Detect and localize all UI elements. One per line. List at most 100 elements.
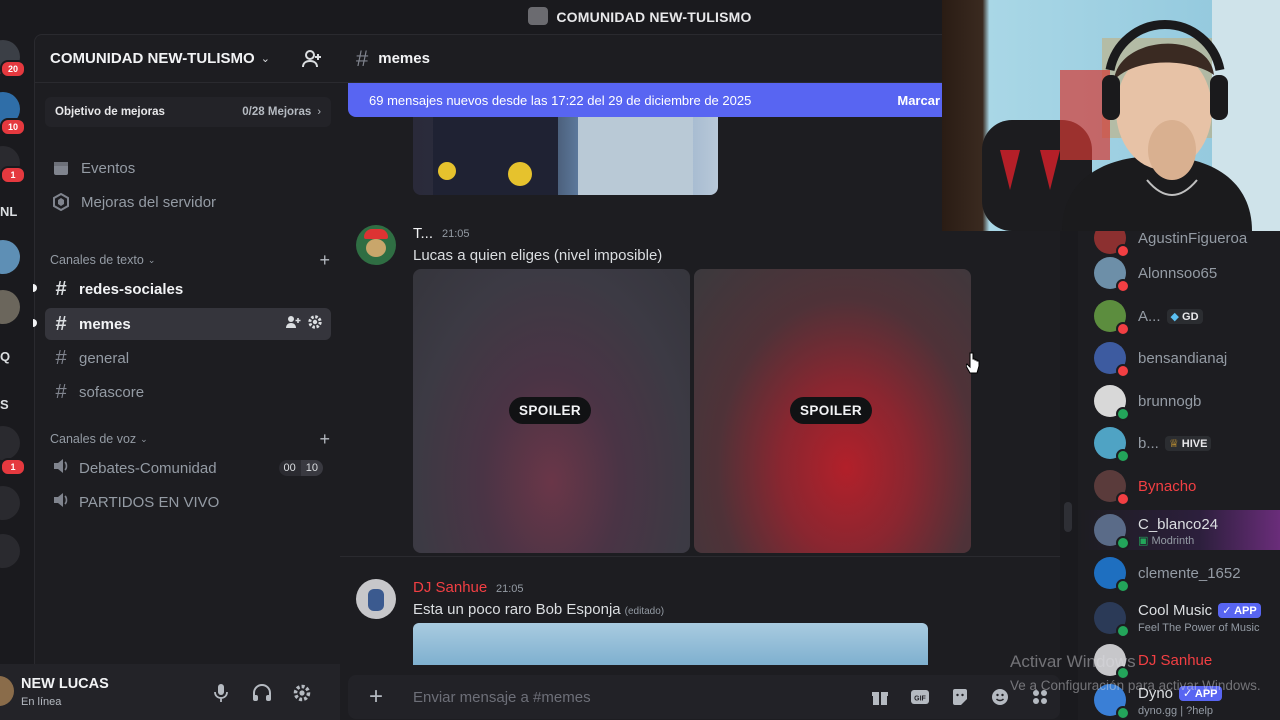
member-item[interactable]: C_blanco24 ▣ Modrinth: [1078, 510, 1280, 550]
server-icon[interactable]: [0, 534, 20, 568]
status-dnd-icon: [1116, 364, 1130, 378]
server-initials[interactable]: NL: [0, 204, 17, 219]
channel-label: memes: [79, 315, 131, 333]
member-item[interactable]: Bynacho: [1078, 466, 1280, 506]
member-item[interactable]: Alonnsoo65: [1078, 253, 1280, 293]
santa-hat: [364, 229, 388, 239]
status-online-icon: [1116, 449, 1130, 463]
channel-label: general: [79, 349, 130, 367]
server-rail: 20 10 1 NL Q S 1: [0, 34, 30, 720]
unread-indicator: [33, 319, 37, 327]
new-messages-bar[interactable]: 69 mensajes nuevos desde las 17:22 del 2…: [348, 83, 968, 117]
server-icon[interactable]: [0, 486, 20, 520]
message-text: Esta un poco raro Bob Esponja (editado): [413, 601, 664, 618]
server-boosts-label: Mejoras del servidor: [81, 193, 217, 211]
member-item[interactable]: Cool Music ✓ APP Feel The Power of Music: [1078, 598, 1280, 638]
message-author[interactable]: T...: [413, 225, 433, 242]
message-author[interactable]: DJ Sanhue: [413, 579, 487, 596]
gear-icon[interactable]: [307, 314, 323, 334]
voice-count-current: 00: [278, 460, 301, 476]
chevron-down-icon: ⌄: [147, 254, 156, 265]
invite-people-icon[interactable]: [301, 48, 323, 70]
message-image[interactable]: [413, 623, 928, 665]
image-detail: [508, 162, 532, 186]
spoiler-image[interactable]: SPOILER: [694, 269, 971, 553]
channel-title: memes: [378, 50, 430, 67]
voice-channel-partidos[interactable]: PARTIDOS EN VIVO: [45, 486, 331, 518]
message-timestamp: 21:05: [496, 583, 524, 595]
window-title: COMUNIDAD NEW-TULISMO: [556, 9, 752, 25]
speaker-icon: [51, 457, 71, 480]
server-icon[interactable]: [0, 290, 20, 324]
mouse-cursor-icon: [965, 352, 980, 381]
unread-indicator: [33, 284, 37, 292]
invite-icon[interactable]: [285, 314, 301, 334]
add-channel-icon[interactable]: +: [319, 429, 330, 450]
member-item[interactable]: bensandianaj: [1078, 338, 1280, 378]
section-label: Canales de texto: [50, 253, 144, 267]
chat-scrollbar[interactable]: [1064, 502, 1072, 532]
microphone-icon[interactable]: [210, 682, 232, 704]
events-label: Eventos: [81, 159, 136, 177]
message-image[interactable]: [413, 117, 718, 195]
voice-channel-debates[interactable]: Debates-Comunidad 00 10: [45, 452, 331, 484]
server-icon[interactable]: [0, 240, 20, 274]
member-name: Bynacho: [1138, 478, 1197, 495]
settings-gear-icon[interactable]: [291, 682, 313, 704]
member-name: brunnogb: [1138, 393, 1202, 410]
voice-channels-header[interactable]: Canales de voz ⌄ +: [50, 429, 330, 449]
edited-label: (editado): [624, 606, 665, 617]
avatar[interactable]: [0, 676, 14, 706]
member-name: Cool Music ✓ APP: [1138, 602, 1261, 619]
status-mobile-icon: [1116, 579, 1130, 593]
svg-text:GIF: GIF: [914, 696, 926, 703]
server-boosts-link[interactable]: Mejoras del servidor: [45, 186, 331, 218]
status-dnd-icon: [1116, 279, 1130, 293]
section-label: Canales de voz: [50, 432, 137, 446]
hash-icon: #: [55, 346, 67, 369]
server-icon[interactable]: [0, 426, 20, 460]
message-input[interactable]: Enviar mensaje a #memes: [413, 689, 591, 706]
member-list: AgustinFigueroa Alonnsoo65 A... ◆ GD bens…: [1078, 222, 1280, 720]
calendar-icon: [51, 158, 71, 178]
member-activity: Feel The Power of Music: [1138, 622, 1260, 634]
attach-plus-icon[interactable]: +: [356, 683, 396, 711]
boost-count: 0/28 Mejoras: [242, 106, 312, 118]
chevron-right-icon: ›: [317, 106, 321, 118]
avatar-figure: [368, 589, 384, 611]
member-activity-text: Modrinth: [1151, 535, 1195, 547]
guild-tag-text: GD: [1182, 311, 1199, 323]
member-item[interactable]: clemente_1652: [1078, 553, 1280, 593]
member-item[interactable]: b... ♕ HIVE: [1078, 423, 1280, 463]
hash-icon: #: [55, 277, 67, 300]
spoiler-label: SPOILER: [509, 397, 592, 424]
member-item[interactable]: A... ◆ GD: [1078, 296, 1280, 336]
server-initials[interactable]: S: [0, 397, 9, 412]
channel-redes-sociales[interactable]: # redes-sociales: [33, 273, 331, 305]
voice-user-count: 00 10: [278, 460, 323, 476]
server-header[interactable]: COMUNIDAD NEW-TULISMO ⌄: [35, 35, 341, 83]
channel-label: PARTIDOS EN VIVO: [79, 493, 220, 511]
boost-goal-bar[interactable]: Objetivo de mejoras 0/28 Mejoras ›: [45, 97, 331, 127]
divider: [340, 556, 1060, 557]
text-channels-header[interactable]: Canales de texto ⌄ +: [50, 250, 330, 270]
gif-icon[interactable]: GIF: [908, 687, 932, 707]
add-channel-icon[interactable]: +: [319, 250, 330, 271]
avatar[interactable]: [356, 579, 396, 619]
emoji-icon[interactable]: [988, 687, 1012, 707]
gamepad-icon: ▣: [1138, 535, 1149, 547]
spoiler-image[interactable]: SPOILER: [413, 269, 690, 553]
gift-icon[interactable]: [868, 687, 892, 707]
sticker-icon[interactable]: [948, 687, 972, 707]
channel-sofascore[interactable]: # sofascore: [45, 376, 331, 408]
server-logo-icon: [528, 7, 549, 25]
avatar[interactable]: [356, 225, 396, 265]
mention-badge: 20: [0, 60, 26, 78]
channel-general[interactable]: # general: [45, 342, 331, 374]
message-composer[interactable]: + Enviar mensaje a #memes GIF: [348, 675, 1060, 719]
headphones-icon[interactable]: [251, 682, 273, 704]
server-initials[interactable]: Q: [0, 349, 10, 364]
events-link[interactable]: Eventos: [45, 152, 331, 184]
member-item[interactable]: brunnogb: [1078, 381, 1280, 421]
channel-memes[interactable]: # memes: [33, 308, 331, 340]
